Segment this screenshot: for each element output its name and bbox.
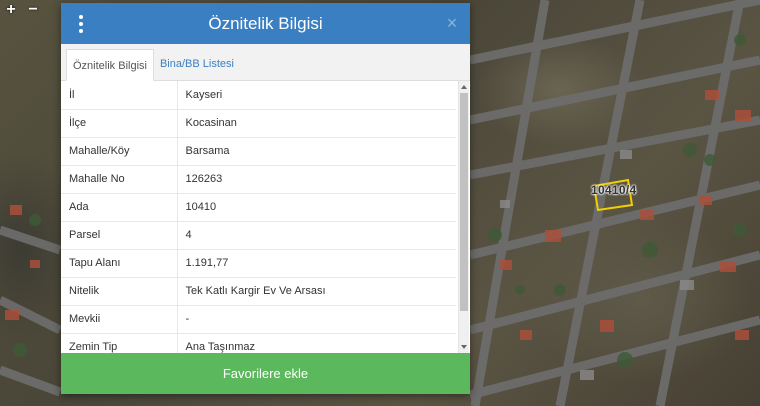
row-key: Ada xyxy=(61,193,178,222)
row-value: Ana Taşınmaz xyxy=(177,333,456,353)
table-row: Parsel 4 xyxy=(61,221,456,250)
row-key: Tapu Alanı xyxy=(61,249,178,278)
scroll-down-arrow-icon[interactable] xyxy=(461,345,467,349)
kebab-menu-icon[interactable] xyxy=(77,15,85,33)
attribute-dialog: Öznitelik Bilgisi × Öznitelik Bilgisi Bi… xyxy=(61,3,470,394)
zoom-in-button[interactable]: + xyxy=(4,2,18,18)
row-value: Tek Katlı Kargir Ev Ve Arsası xyxy=(177,277,456,306)
table-row: Ada 10410 xyxy=(61,193,456,222)
scroll-thumb[interactable] xyxy=(460,93,468,311)
dialog-title: Öznitelik Bilgisi xyxy=(208,13,323,33)
table-row: Mahalle No 126263 xyxy=(61,165,456,194)
row-value: - xyxy=(177,305,456,334)
row-value: 1.191,77 xyxy=(177,249,456,278)
row-value: Barsama xyxy=(177,137,456,166)
row-key: İl xyxy=(61,81,178,110)
zoom-controls: + − xyxy=(4,2,40,18)
table-row: Mevkii - xyxy=(61,305,456,334)
row-value: 4 xyxy=(177,221,456,250)
close-icon[interactable]: × xyxy=(444,13,460,33)
tab-building-list[interactable]: Bina/BB Listesi xyxy=(154,48,240,80)
row-value: Kayseri xyxy=(177,81,456,110)
table-row: İl Kayseri xyxy=(61,81,456,110)
zoom-out-button[interactable]: − xyxy=(26,2,40,18)
row-value: Kocasinan xyxy=(177,109,456,138)
parcel-label: 10410/4 xyxy=(591,183,637,197)
scroll-up-arrow-icon[interactable] xyxy=(461,85,467,89)
tab-attribute-info[interactable]: Öznitelik Bilgisi xyxy=(66,49,154,81)
table-row: Zemin Tip Ana Taşınmaz xyxy=(61,333,456,353)
dialog-header: Öznitelik Bilgisi × xyxy=(61,3,470,44)
table-row: Tapu Alanı 1.191,77 xyxy=(61,249,456,278)
table-row: Nitelik Tek Katlı Kargir Ev Ve Arsası xyxy=(61,277,456,306)
table-row: İlçe Kocasinan xyxy=(61,109,456,138)
row-value: 10410 xyxy=(177,193,456,222)
row-key: Parsel xyxy=(61,221,178,250)
tab-bar: Öznitelik Bilgisi Bina/BB Listesi xyxy=(61,44,470,81)
row-key: Nitelik xyxy=(61,277,178,306)
attribute-table-container[interactable]: İl Kayseri İlçe Kocasinan Mahalle/Köy Ba… xyxy=(61,81,470,353)
row-value: 126263 xyxy=(177,165,456,194)
row-key: Zemin Tip xyxy=(61,333,178,353)
add-to-favorites-button[interactable]: Favorilere ekle xyxy=(61,353,470,394)
row-key: Mahalle No xyxy=(61,165,178,194)
table-scrollbar[interactable] xyxy=(458,81,469,353)
row-key: Mahalle/Köy xyxy=(61,137,178,166)
row-key: Mevkii xyxy=(61,305,178,334)
attribute-table: İl Kayseri İlçe Kocasinan Mahalle/Köy Ba… xyxy=(61,81,456,353)
row-key: İlçe xyxy=(61,109,178,138)
table-row: Mahalle/Köy Barsama xyxy=(61,137,456,166)
